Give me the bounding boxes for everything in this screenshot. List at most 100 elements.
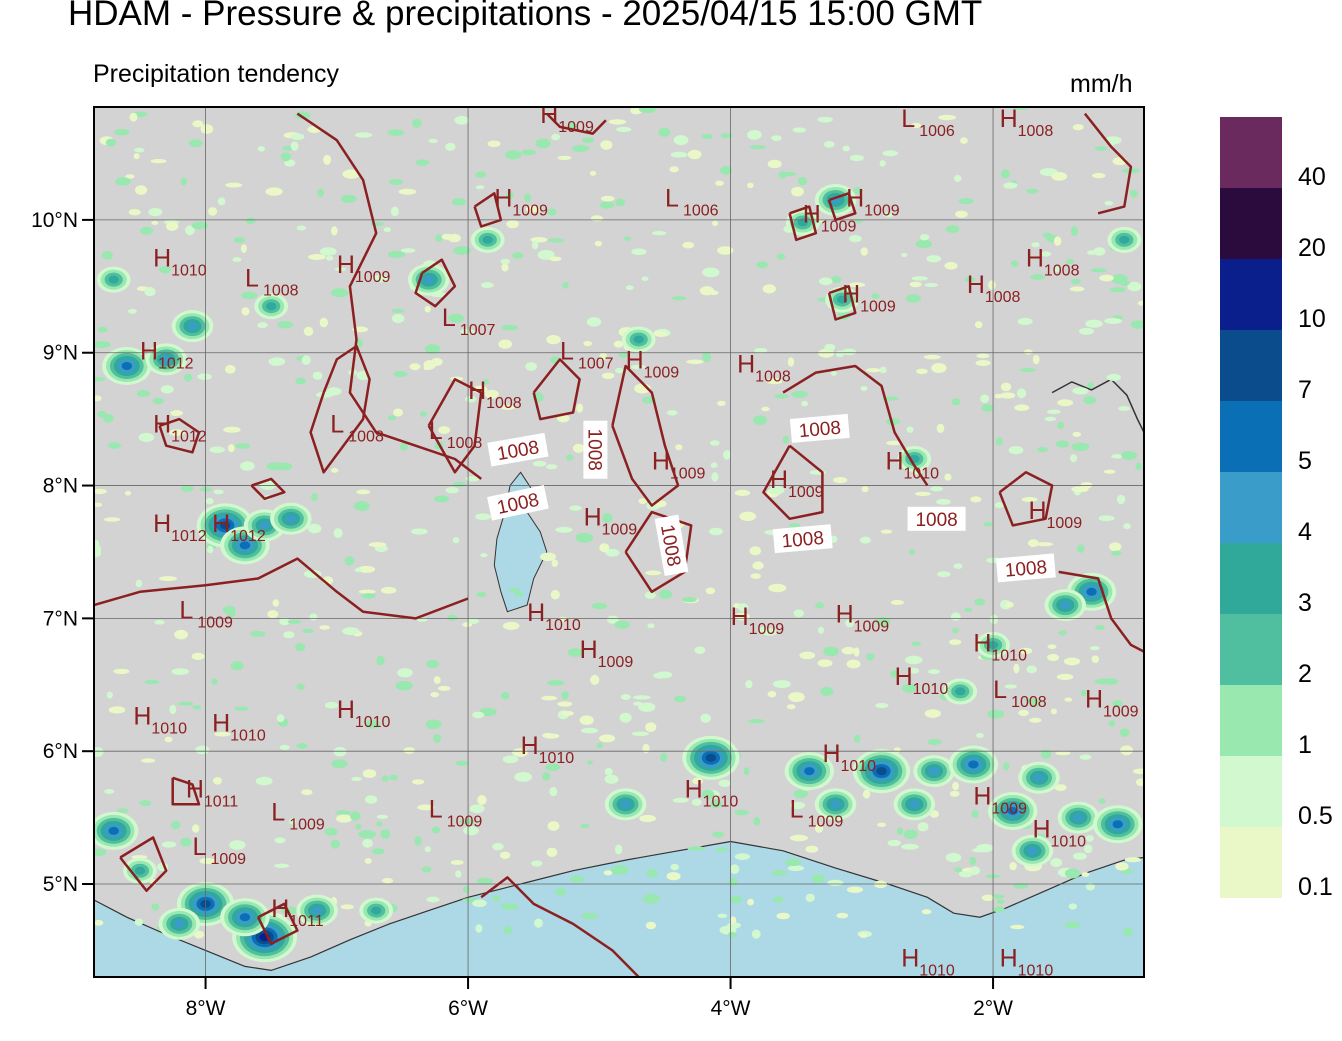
precip-speckle bbox=[532, 460, 547, 467]
precip-speckle bbox=[454, 115, 470, 125]
pressure-center-symbol: H bbox=[836, 600, 854, 628]
precip-speckle bbox=[996, 899, 1005, 905]
precip-speckle bbox=[846, 659, 861, 669]
precip-speckle bbox=[445, 487, 459, 494]
precip-speckle bbox=[708, 527, 724, 536]
precip-speckle bbox=[423, 365, 431, 371]
precip-speckle bbox=[160, 385, 174, 394]
pressure-center-value: 1009 bbox=[1047, 515, 1083, 532]
pressure-center-symbol: H bbox=[1000, 105, 1018, 133]
pressure-center-symbol: H bbox=[846, 185, 864, 213]
pressure-center-symbol: L bbox=[179, 596, 193, 624]
pressure-center-value: 1008 bbox=[447, 435, 483, 452]
precip-speckle bbox=[1000, 169, 1010, 179]
precip-speckle bbox=[1124, 857, 1142, 863]
precip-speckle bbox=[546, 335, 561, 345]
precip-speckle bbox=[727, 931, 737, 938]
precip-speckle bbox=[923, 354, 941, 360]
colorbar-segment bbox=[1220, 259, 1282, 330]
pressure-center-value: 1010 bbox=[1050, 834, 1086, 851]
pressure-center-symbol: H bbox=[803, 201, 821, 229]
y-tick-label: 10°N bbox=[31, 209, 78, 232]
precip-speckle bbox=[514, 772, 532, 782]
precip-speckle bbox=[631, 731, 650, 736]
precip-speckle bbox=[601, 372, 615, 379]
precip-speckle bbox=[317, 188, 325, 198]
precip-speckle bbox=[976, 732, 984, 739]
precip-speckle bbox=[540, 552, 557, 562]
precip-speckle bbox=[1085, 835, 1094, 842]
precip-speckle bbox=[751, 929, 761, 939]
precip-speckle bbox=[579, 715, 594, 725]
precip-speckle bbox=[812, 873, 825, 884]
precip-speckle bbox=[903, 829, 918, 840]
precip-speckle bbox=[896, 827, 904, 836]
pressure-center-value: 1009 bbox=[598, 654, 634, 671]
precip-speckle bbox=[1109, 542, 1122, 552]
precip-speckle bbox=[498, 339, 513, 349]
precip-speckle bbox=[151, 220, 159, 225]
precip-speckle bbox=[1104, 200, 1114, 206]
precip-speckle bbox=[752, 561, 764, 570]
precip-speckle bbox=[1058, 630, 1067, 636]
precip-speckle bbox=[702, 352, 712, 362]
precip-speckle bbox=[1063, 657, 1081, 666]
precip-speckle bbox=[658, 127, 671, 137]
precip-speckle bbox=[951, 398, 961, 406]
precip-speckle bbox=[225, 364, 236, 374]
precip-speckle bbox=[1016, 388, 1027, 399]
precip-speckle bbox=[295, 377, 306, 385]
precip-speckle bbox=[503, 925, 512, 935]
precip-speckle bbox=[506, 219, 519, 229]
precip-speckle bbox=[711, 472, 719, 482]
precip-speckle bbox=[1119, 280, 1130, 286]
precip-speckle bbox=[573, 443, 585, 453]
precip-speckle bbox=[257, 322, 268, 329]
precip-speckle bbox=[761, 406, 770, 412]
precip-speckle bbox=[166, 221, 179, 231]
precip-speckle bbox=[1000, 392, 1016, 399]
precip-speckle bbox=[1009, 862, 1017, 871]
precip-speckle bbox=[129, 112, 138, 122]
precip-speckle bbox=[594, 240, 603, 247]
precip-speckle bbox=[319, 247, 337, 256]
precip-speckle bbox=[180, 177, 187, 186]
precip-speckle bbox=[195, 745, 210, 755]
precip-speckle bbox=[376, 814, 389, 819]
pressure-center-value: 1009 bbox=[854, 618, 890, 635]
precip-speckle bbox=[502, 755, 519, 764]
precip-speckle bbox=[671, 296, 687, 301]
precip-speckle bbox=[580, 823, 590, 828]
precip-speckle bbox=[1014, 404, 1030, 412]
precip-speckle bbox=[358, 830, 376, 839]
precip-speckle bbox=[150, 159, 167, 164]
precip-speckle bbox=[924, 283, 939, 287]
precip-speckle bbox=[128, 209, 141, 216]
precip-speckle bbox=[108, 706, 126, 714]
precip-speckle bbox=[255, 776, 273, 786]
pressure-center-value: 1010 bbox=[545, 617, 581, 634]
precip-speckle bbox=[283, 631, 295, 639]
precip-speckle bbox=[849, 235, 862, 243]
precip-speckle bbox=[682, 241, 695, 249]
pressure-center-symbol: H bbox=[737, 351, 755, 379]
pressure-center-value: 1009 bbox=[355, 269, 391, 286]
precip-speckle bbox=[599, 734, 616, 743]
precip-speckle bbox=[1094, 146, 1108, 151]
precip-speckle bbox=[1019, 368, 1037, 372]
precip-speckle bbox=[499, 851, 511, 859]
precip-speckle bbox=[647, 623, 655, 629]
precip-cell bbox=[1119, 235, 1130, 244]
precip-speckle bbox=[926, 255, 942, 263]
precip-speckle bbox=[1003, 762, 1010, 771]
colorbar-label: 20 bbox=[1298, 234, 1326, 262]
precip-speckle bbox=[502, 621, 520, 630]
precip-speckle bbox=[645, 722, 657, 733]
pressure-center-symbol: H bbox=[133, 703, 151, 731]
precip-speckle bbox=[786, 704, 796, 710]
precip-speckle bbox=[639, 814, 656, 823]
precip-speckle bbox=[952, 627, 959, 634]
precip-speckle bbox=[712, 831, 724, 838]
pressure-center-symbol: H bbox=[580, 636, 598, 664]
precip-speckle bbox=[791, 186, 804, 197]
